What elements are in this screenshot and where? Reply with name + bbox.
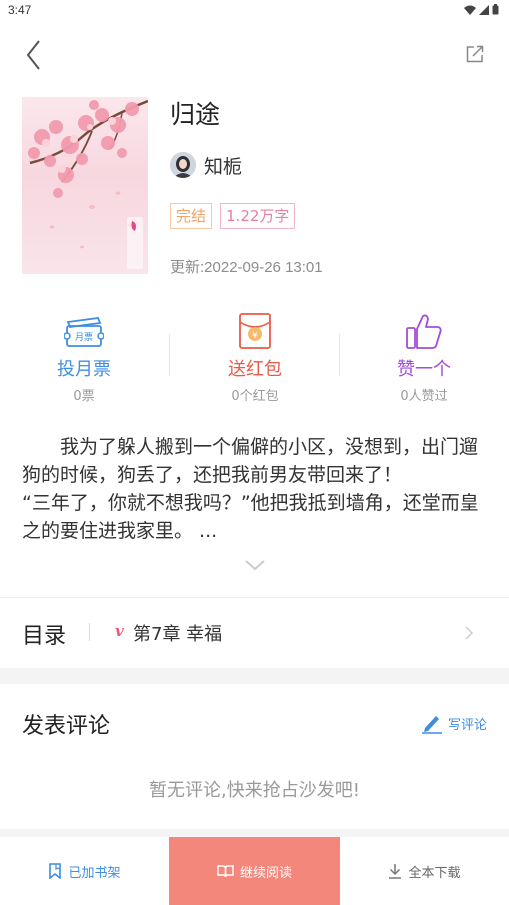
bottom-bar-separator bbox=[0, 829, 509, 837]
send-red-envelope-button[interactable]: ¥ 送红包 0个红包 bbox=[185, 310, 325, 404]
download-full-book-button[interactable]: 全本下载 bbox=[340, 837, 509, 905]
action-count: 0票 bbox=[73, 389, 95, 404]
write-comment-label: 写评论 bbox=[447, 717, 487, 733]
action-count: 0人赞过 bbox=[400, 389, 448, 404]
red-envelope-icon: ¥ bbox=[239, 313, 271, 349]
svg-text:月票: 月票 bbox=[75, 332, 93, 343]
toc-title: 目录 bbox=[22, 624, 67, 649]
vote-monthly-ticket-button[interactable]: 月票 投月票 0票 bbox=[14, 310, 154, 404]
open-book-icon bbox=[217, 865, 234, 878]
like-button[interactable]: 赞一个 0人赞过 bbox=[354, 310, 494, 404]
divider bbox=[89, 623, 90, 641]
divider bbox=[169, 334, 170, 376]
comments-title: 发表评论 bbox=[22, 714, 111, 739]
author-row[interactable]: 知栀 bbox=[170, 150, 242, 180]
pen-icon bbox=[421, 716, 442, 734]
book-cover[interactable] bbox=[22, 97, 148, 274]
chevron-down-icon[interactable] bbox=[243, 557, 267, 573]
book-synopsis: 我为了躲人搬到一个偏僻的小区，没想到，出门遛狗的时候，狗丢了，还把我前男友带回来… bbox=[22, 436, 479, 542]
action-label: 投月票 bbox=[57, 359, 111, 380]
latest-chapter: 第7章 幸福 bbox=[133, 624, 223, 645]
monthly-ticket-icon: 月票 bbox=[64, 317, 104, 347]
action-label: 赞一个 bbox=[397, 359, 451, 380]
signal-icon bbox=[479, 4, 489, 15]
divider bbox=[339, 334, 340, 376]
status-bar: 3:47 bbox=[0, 0, 509, 22]
shelf-label: 已加书架 bbox=[68, 865, 121, 881]
continue-reading-button[interactable]: 继续阅读 bbox=[169, 837, 340, 905]
thumbs-up-icon bbox=[406, 314, 442, 349]
cherry-blossom-illustration bbox=[28, 99, 148, 269]
status-time: 3:47 bbox=[8, 3, 32, 17]
read-label: 继续阅读 bbox=[239, 865, 292, 881]
download-label: 全本下载 bbox=[408, 865, 461, 881]
svg-text:¥: ¥ bbox=[252, 331, 258, 341]
status-badge: 完结 bbox=[170, 203, 213, 229]
download-icon bbox=[389, 864, 402, 879]
author-avatar[interactable] bbox=[170, 152, 196, 178]
battery-icon bbox=[492, 4, 499, 15]
action-label: 送红包 bbox=[228, 359, 282, 380]
word-count-badge: 1.22万字 bbox=[220, 203, 296, 229]
book-title: 归途 bbox=[170, 100, 221, 129]
chevron-right-icon bbox=[465, 626, 473, 640]
write-comment-button[interactable]: 写评论 bbox=[421, 712, 487, 734]
empty-comments-text: 暂无评论,快来抢占沙发吧! bbox=[149, 780, 360, 801]
author-name[interactable]: 知栀 bbox=[204, 152, 242, 179]
back-arrow-icon[interactable] bbox=[20, 38, 48, 72]
vip-mark: v bbox=[115, 622, 124, 640]
added-to-shelf-button[interactable]: 已加书架 bbox=[0, 837, 169, 905]
avatar-image bbox=[170, 152, 196, 178]
share-icon[interactable] bbox=[465, 44, 485, 64]
wifi-icon bbox=[464, 5, 476, 15]
bookmark-icon bbox=[49, 863, 62, 879]
action-count: 0个红包 bbox=[231, 389, 279, 404]
bottom-bar: 已加书架 继续阅读 全本下载 bbox=[0, 837, 509, 905]
table-of-contents-row[interactable]: 目录 v 第7章 幸福 bbox=[0, 598, 509, 668]
book-tags: 完结 1.22万字 bbox=[170, 203, 296, 229]
status-icons bbox=[464, 4, 499, 15]
section-gap bbox=[0, 668, 509, 684]
update-time: 更新:2022-09-26 13:01 bbox=[170, 259, 323, 276]
